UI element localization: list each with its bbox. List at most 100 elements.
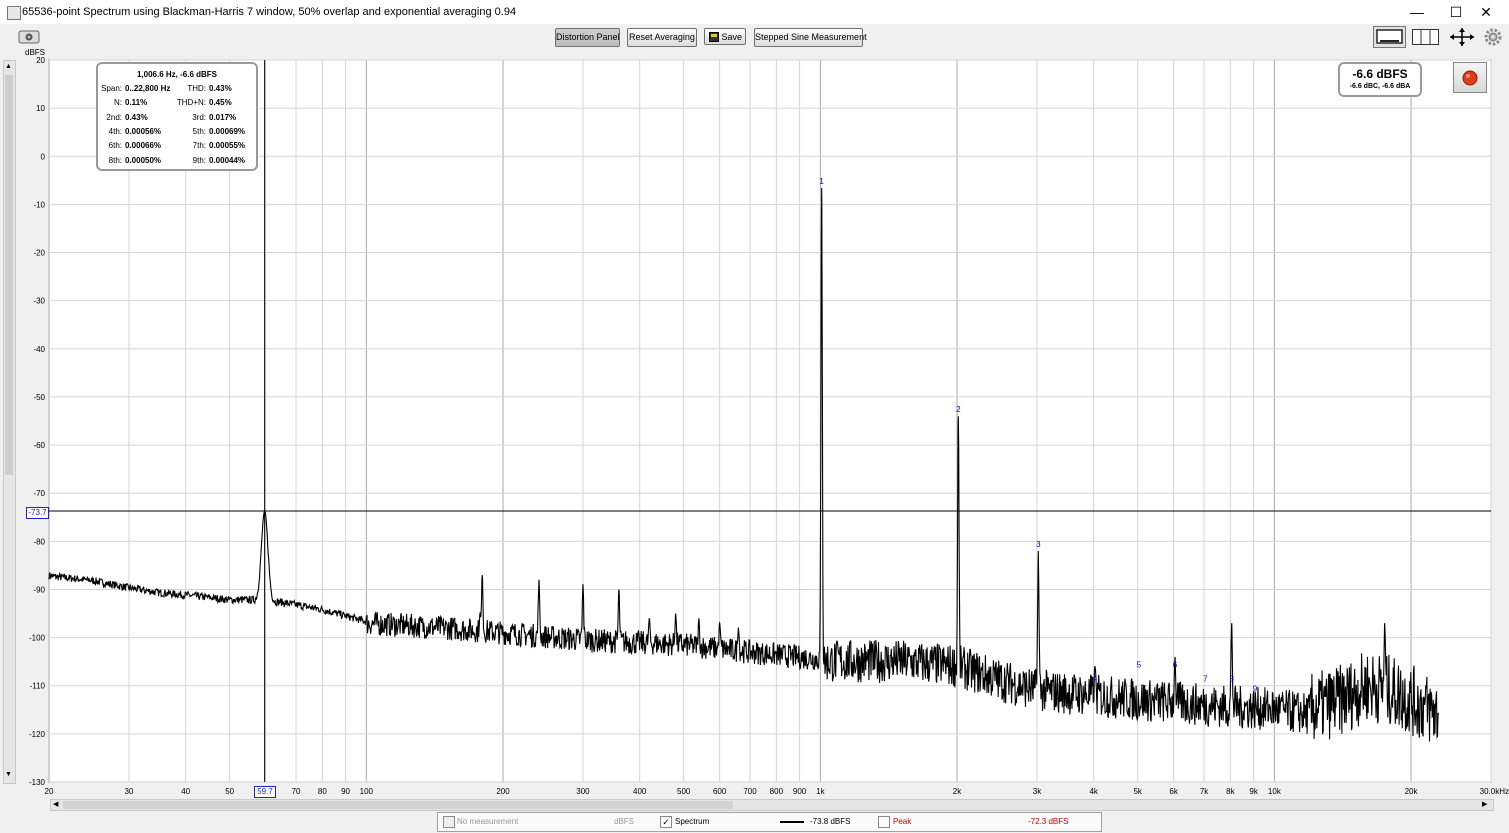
reset-averaging-button[interactable]: Reset Averaging (627, 28, 697, 47)
cursor-y-readout[interactable]: -73.7 (26, 507, 49, 519)
x-tick-label: 400 (633, 787, 647, 796)
y-tick-label: 20 (36, 56, 45, 65)
distortion-label: THD+N: (176, 98, 206, 108)
peak-value: -72.3 dBFS (1028, 817, 1069, 826)
level-sub: -6.6 dBC, -6.6 dBA (1349, 83, 1411, 90)
layout-split-icon[interactable] (1411, 26, 1440, 48)
spectrum-value: -73.8 dBFS (810, 817, 851, 826)
record-button[interactable] (1453, 62, 1487, 93)
stepped-sine-button[interactable]: Stepped Sine Measurement (754, 28, 867, 47)
scroll-up-arrow[interactable]: ▲ (5, 63, 12, 70)
y-tick-label: -100 (29, 634, 46, 643)
distortion-value: 0.45% (209, 98, 232, 108)
y-tick-label: -110 (30, 682, 46, 691)
save-icon (709, 32, 719, 42)
x-tick-label: 10k (1268, 787, 1282, 796)
vertical-scrollbar[interactable]: ▲ ▼ (3, 60, 16, 784)
distortion-value: 0.00055% (209, 141, 246, 151)
window-title: 65536-point Spectrum using Blackman-Harr… (22, 6, 517, 18)
y-tick-label: -120 (29, 730, 46, 739)
distortion-panel-button[interactable]: Distortion Panel (555, 28, 620, 47)
x-tick-label: 3k (1033, 787, 1042, 796)
x-tick-label: 40 (181, 787, 190, 796)
distortion-label: 9th: (192, 155, 206, 165)
distortion-label: 3rd: (192, 112, 206, 122)
y-tick-label: -70 (33, 489, 45, 498)
vertical-scroll-thumb[interactable] (5, 75, 13, 475)
distortion-label: 8th: (108, 155, 122, 165)
distortion-value: 0.017% (209, 112, 237, 122)
spectrum-trace (48, 187, 1440, 742)
gear-icon[interactable] (1484, 28, 1502, 46)
distortion-value: 0.00069% (209, 126, 246, 136)
x-tick-label: 900 (793, 787, 807, 796)
distortion-label: 7th: (192, 141, 206, 151)
x-tick-label: 200 (496, 787, 510, 796)
harmonic-marker: 8 (1229, 675, 1234, 684)
distortion-label: 2nd: (106, 112, 122, 122)
y-tick-label: -20 (33, 249, 45, 258)
distortion-label: THD: (187, 84, 206, 93)
harmonic-marker: 2 (956, 405, 961, 414)
x-tick-label: 6k (1169, 787, 1178, 796)
camera-icon[interactable] (18, 29, 40, 44)
cursor-lines (49, 60, 1491, 782)
distortion-value: 0.00044% (209, 155, 246, 165)
scroll-down-arrow[interactable]: ▼ (5, 771, 12, 778)
y-tick-label: -130 (29, 778, 46, 787)
distortion-value: 0.43% (209, 84, 232, 93)
y-axis-unit: dBFS (25, 48, 46, 57)
spectrum-swatch (780, 821, 804, 823)
y-tick-label: -40 (33, 345, 45, 354)
distortion-panel[interactable]: 1,006.6 Hz, -6.6 dBFS Span: 0..22,800 Hz T… (96, 62, 258, 171)
grid (48, 59, 1492, 783)
record-icon (1462, 70, 1478, 86)
spectrum-checkbox[interactable]: ✓ (660, 816, 672, 828)
no-measurement-label: No measurement (457, 817, 519, 826)
x-tick-label: 7k (1200, 787, 1209, 796)
harmonic-marker: 4 (1093, 675, 1098, 684)
x-tick-label: 500 (677, 787, 691, 796)
x-tick-label: 20k (1405, 787, 1419, 796)
layout-single-icon[interactable] (1373, 26, 1406, 48)
distortion-label: 5th: (192, 126, 206, 136)
scroll-left-arrow[interactable]: ◀ (53, 800, 58, 808)
horizontal-scrollbar[interactable]: ◀ ▶ (50, 799, 1494, 811)
spectrum-label: Spectrum (675, 817, 710, 826)
save-button[interactable]: Save (704, 28, 746, 45)
x-tick-label: 700 (743, 787, 757, 796)
cursor-x-readout[interactable]: 59.7 (254, 786, 276, 798)
x-tick-label: 50 (225, 787, 234, 796)
y-tick-label: -60 (33, 441, 45, 450)
x-tick-label: 300 (576, 787, 590, 796)
x-tick-label: 600 (713, 787, 727, 796)
x-tick-label: 80 (318, 787, 327, 796)
no-measurement-checkbox[interactable] (443, 816, 455, 828)
y-tick-label: -10 (33, 200, 45, 209)
harmonic-marker: 9 (1253, 684, 1258, 693)
horizontal-scroll-thumb[interactable] (63, 801, 733, 809)
pan-arrows-icon[interactable] (1447, 26, 1477, 48)
y-tick-label: 0 (41, 152, 46, 161)
spectrum-line (48, 187, 1440, 742)
y-tick-label: -30 (33, 297, 45, 306)
close-button[interactable]: ✕ (1463, 0, 1509, 24)
harmonic-marker: 6 (1173, 660, 1178, 669)
x-tick-label: 5k (1133, 787, 1142, 796)
peak-label: Peak (893, 817, 912, 826)
peak-checkbox[interactable] (878, 816, 890, 828)
x-tick-label: 90 (341, 787, 350, 796)
level-meter[interactable]: -6.6 dBFS -6.6 dBC, -6.6 dBA (1338, 62, 1422, 97)
legend-bar: No measurement dBFS ✓ Spectrum -73.8 dBF… (437, 812, 1102, 832)
save-button-label: Save (721, 32, 742, 42)
level-main: -6.6 dBFS (1352, 67, 1408, 81)
scroll-right-arrow[interactable]: ▶ (1482, 800, 1487, 808)
x-tick-label: 70 (292, 787, 301, 796)
x-tick-label: 8k (1226, 787, 1235, 796)
harmonic-marker: 5 (1137, 660, 1142, 669)
plot-area (48, 59, 1492, 783)
app-icon (7, 6, 21, 20)
x-tick-label: 100 (360, 787, 374, 796)
title-bar: 65536-point Spectrum using Blackman-Harr… (0, 0, 1509, 24)
distortion-label: N: (114, 98, 122, 108)
